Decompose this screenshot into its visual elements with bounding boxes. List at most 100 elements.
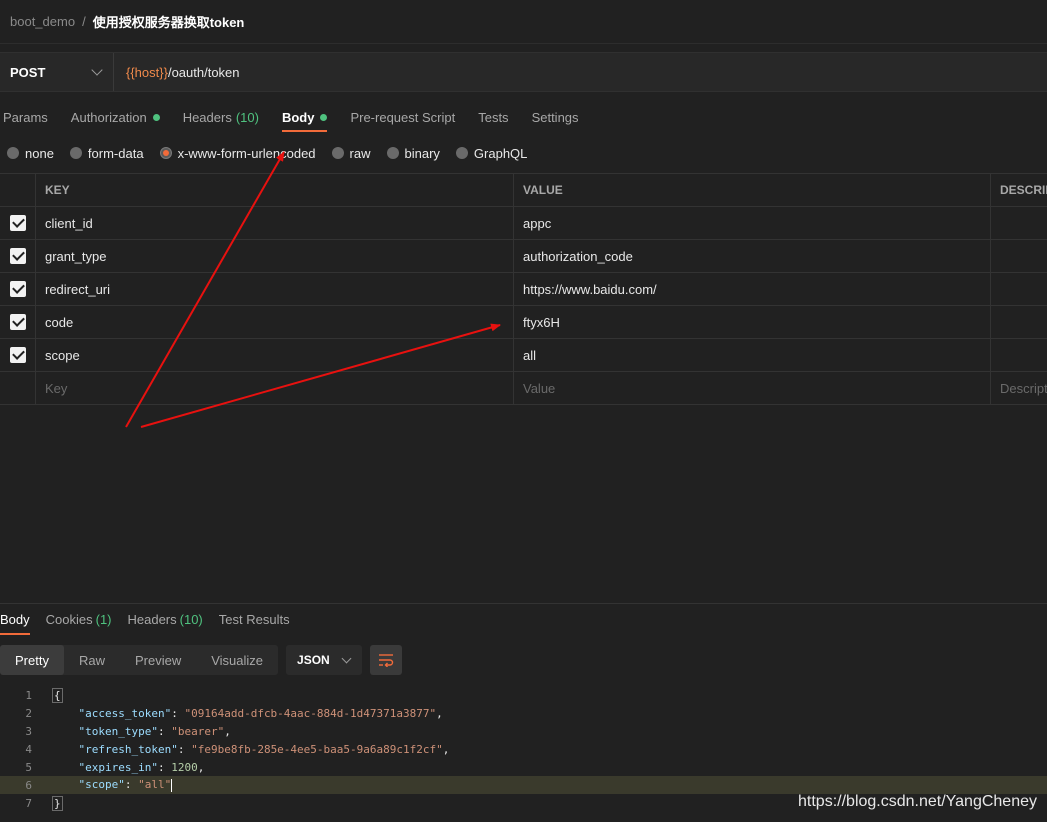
tab-settings[interactable]: Settings: [532, 100, 579, 134]
description-cell[interactable]: [991, 339, 1047, 371]
wrap-lines-button[interactable]: [370, 645, 403, 675]
line-number: 3: [25, 724, 32, 738]
new-description-input[interactable]: Description: [991, 372, 1047, 404]
tab-count: (10): [179, 612, 203, 627]
code-line: 4 "refresh_token": "fe9be8fb-285e-4ee5-b…: [0, 740, 1047, 758]
tab-tests[interactable]: Tests: [478, 100, 508, 134]
json-value: "fe9be8fb-285e-4ee5-baa5-9a6a89c1f2cf": [191, 742, 443, 756]
body-type-binary[interactable]: binary: [386, 145, 440, 161]
tab-count: (10): [235, 110, 259, 125]
key-cell[interactable]: client_id: [36, 207, 514, 239]
request-url-bar: POST {{host}}/oauth/token: [0, 52, 1047, 92]
description-cell[interactable]: [991, 273, 1047, 305]
breadcrumb-separator: /: [82, 14, 86, 29]
response-tabs: Body Cookies (1) Headers (10) Test Results: [0, 608, 306, 635]
tab-label: Cookies: [45, 612, 93, 627]
breadcrumb: boot_demo / 使用授权服务器换取token: [0, 0, 1047, 44]
tab-headers[interactable]: Headers (10): [183, 100, 259, 134]
response-tab-headers[interactable]: Headers (10): [128, 608, 203, 634]
url-input[interactable]: {{host}}/oauth/token: [114, 53, 1047, 91]
new-key-input[interactable]: Key: [36, 372, 514, 404]
value-cell[interactable]: authorization_code: [514, 240, 991, 272]
tab-authorization[interactable]: Authorization: [71, 100, 160, 134]
row-checkbox[interactable]: [9, 281, 26, 297]
format-label: JSON: [297, 653, 330, 667]
table-row: redirect_uri https://www.baidu.com/: [0, 273, 1047, 306]
value-cell[interactable]: appc: [514, 207, 991, 239]
column-header-key: KEY: [36, 174, 514, 206]
radio-button[interactable]: [386, 147, 399, 159]
body-type-form-data[interactable]: form-data: [69, 146, 144, 161]
row-checkbox-cell: [0, 273, 36, 305]
json-value: 1200: [171, 760, 198, 774]
radio-button-selected[interactable]: [159, 147, 172, 159]
tab-label: Headers: [127, 612, 177, 627]
new-value-input[interactable]: Value: [514, 372, 991, 404]
key-cell[interactable]: grant_type: [36, 240, 514, 272]
key-cell[interactable]: code: [36, 306, 514, 338]
key-cell[interactable]: scope: [36, 339, 514, 371]
radio-label: raw: [349, 145, 371, 161]
row-checkbox[interactable]: [9, 248, 26, 264]
body-type-urlencoded[interactable]: x-www-form-urlencoded: [159, 146, 316, 161]
row-checkbox-cell: [0, 207, 36, 239]
params-table: KEY VALUE DESCRIPTION client_id appc gra…: [0, 173, 1047, 405]
value-cell[interactable]: all: [514, 339, 991, 371]
key-cell[interactable]: redirect_uri: [36, 273, 514, 305]
view-pretty-button[interactable]: Pretty: [0, 645, 64, 675]
watermark: https://blog.csdn.net/YangCheney: [798, 793, 1037, 810]
code-line: 5 "expires_in": 1200,: [0, 758, 1047, 776]
value-cell[interactable]: https://www.baidu.com/: [514, 273, 991, 305]
code-text: {: [32, 687, 63, 703]
tab-label: Params: [3, 110, 48, 125]
json-comma: ,: [224, 724, 231, 738]
method-select[interactable]: POST: [0, 53, 114, 91]
view-preview-button[interactable]: Preview: [120, 645, 196, 675]
radio-button[interactable]: [455, 147, 468, 159]
method-label: POST: [10, 64, 46, 80]
table-row: code ftyx6H: [0, 306, 1047, 339]
response-tab-test-results[interactable]: Test Results: [219, 608, 290, 634]
row-checkbox[interactable]: [9, 215, 26, 231]
value-cell[interactable]: ftyx6H: [514, 306, 991, 338]
code-text: "expires_in": 1200,: [78, 760, 205, 774]
response-format-select[interactable]: JSON: [286, 645, 363, 675]
body-type-none[interactable]: none: [7, 146, 54, 161]
json-key: "token_type": [78, 724, 158, 738]
row-checkbox[interactable]: [9, 347, 26, 363]
description-cell[interactable]: [991, 207, 1047, 239]
json-key: "refresh_token": [78, 742, 178, 756]
radio-button[interactable]: [7, 147, 19, 159]
tab-label: Test Results: [218, 612, 290, 627]
tab-body[interactable]: Body: [281, 100, 328, 134]
column-header-description: DESCRIPTION: [1000, 183, 1047, 197]
request-title[interactable]: 使用授权服务器换取token: [93, 12, 245, 31]
tab-pre-request-script[interactable]: Pre-request Script: [350, 100, 455, 134]
text-wrap-icon: [379, 654, 394, 667]
radio-button[interactable]: [69, 147, 82, 159]
code-text: }: [32, 795, 63, 811]
response-tab-cookies[interactable]: Cookies (1): [46, 608, 112, 634]
tab-label: Tests: [478, 110, 509, 125]
row-checkbox-cell: [0, 372, 36, 404]
tab-label: Authorization: [70, 110, 147, 125]
table-row: client_id appc: [0, 207, 1047, 240]
body-type-graphql[interactable]: GraphQL: [455, 146, 527, 161]
tab-label: Pre-request Script: [350, 110, 456, 125]
header-checkbox-column: [0, 174, 36, 206]
row-checkbox[interactable]: [9, 314, 26, 330]
table-row: scope all: [0, 339, 1047, 372]
radio-button[interactable]: [331, 147, 344, 159]
body-type-raw[interactable]: raw: [331, 145, 371, 161]
view-visualize-button[interactable]: Visualize: [196, 645, 278, 675]
tab-label: Body: [281, 110, 315, 125]
line-number: 2: [25, 706, 32, 720]
radio-label: binary: [404, 145, 440, 161]
line-number: 1: [25, 688, 32, 702]
description-cell[interactable]: [991, 306, 1047, 338]
breadcrumb-collection[interactable]: boot_demo: [10, 14, 75, 29]
view-raw-button[interactable]: Raw: [64, 645, 120, 675]
response-tab-body[interactable]: Body: [0, 608, 30, 635]
tab-params[interactable]: Params: [3, 100, 48, 134]
description-cell[interactable]: [991, 240, 1047, 272]
